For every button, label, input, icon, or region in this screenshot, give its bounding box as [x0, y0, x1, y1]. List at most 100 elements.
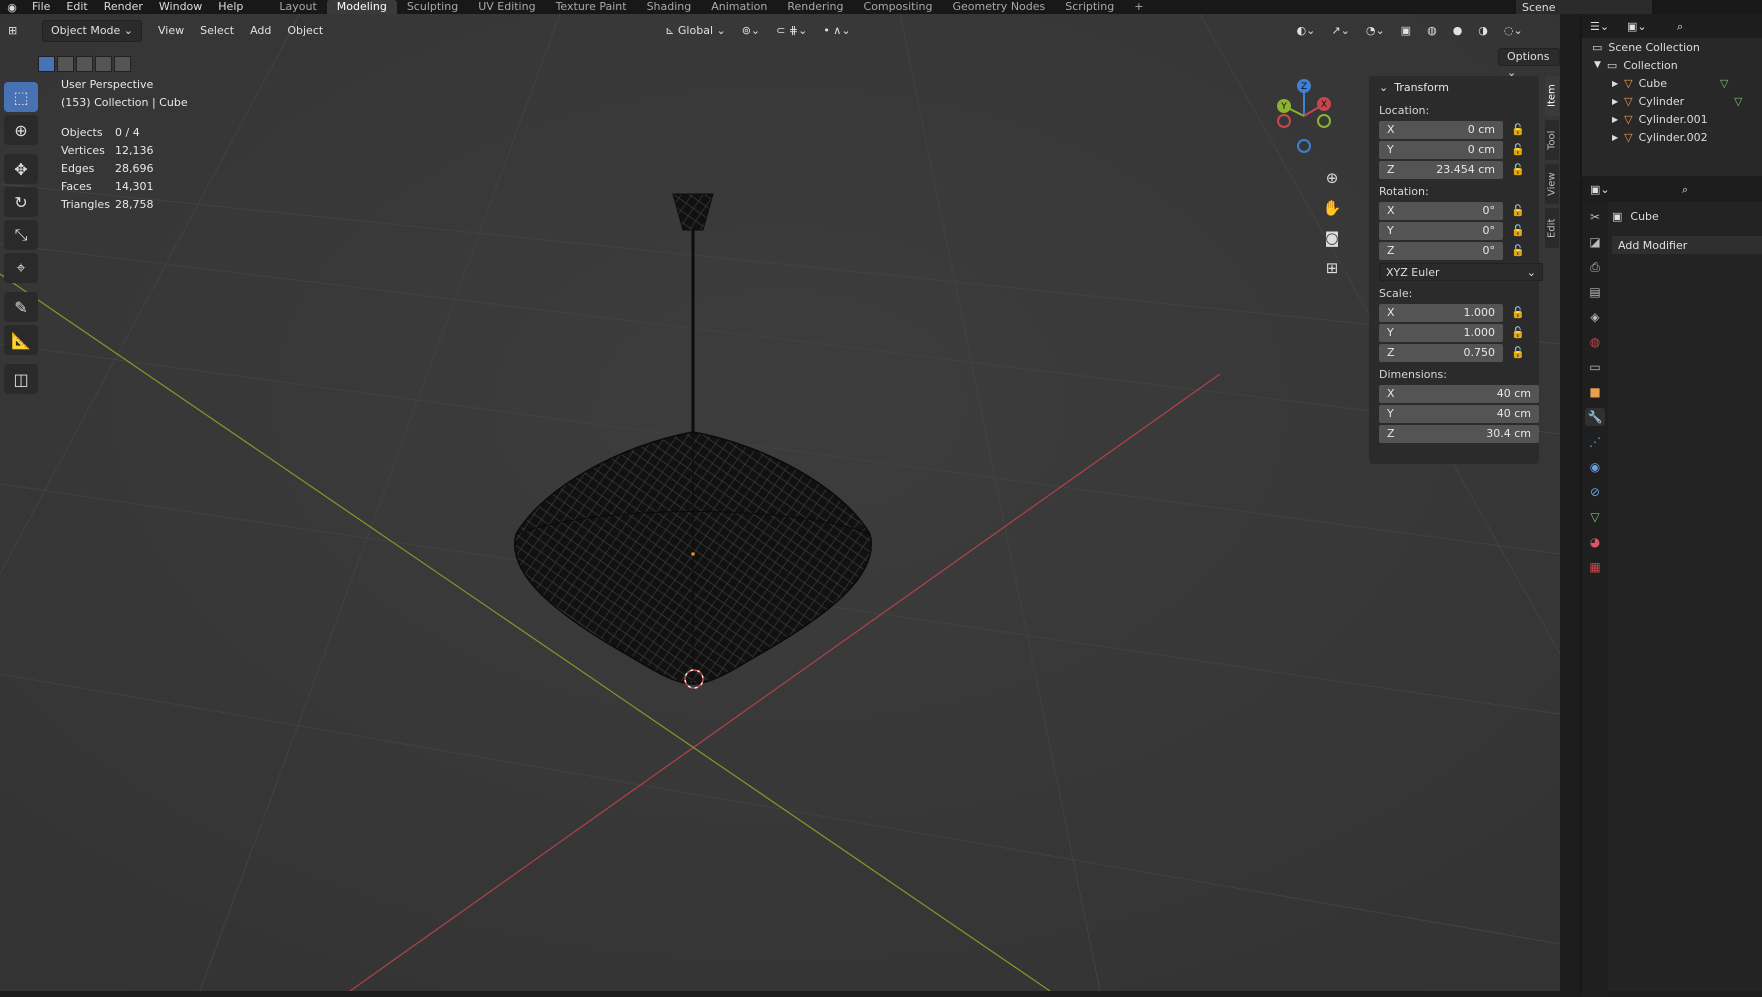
scene-collection-item[interactable]: ▭ Scene Collection: [1582, 38, 1762, 56]
object-properties-icon[interactable]: ■: [1585, 383, 1605, 401]
lock-icon[interactable]: 🔓: [1507, 326, 1529, 339]
grid-view-icon[interactable]: ⊞: [1320, 256, 1344, 280]
mode-dropdown[interactable]: Object Mode ⌄: [42, 20, 143, 42]
object-menu[interactable]: Object: [279, 21, 331, 41]
sidebar-tab-tool[interactable]: Tool: [1545, 120, 1559, 160]
blender-logo-icon[interactable]: ◉: [0, 0, 24, 14]
scale-y-field[interactable]: Y 1.000: [1379, 323, 1503, 342]
zoom-icon[interactable]: ⊕: [1320, 166, 1344, 190]
lock-icon[interactable]: 🔓: [1507, 163, 1529, 176]
camera-view-icon[interactable]: ◙: [1320, 226, 1344, 250]
location-z-field[interactable]: Z 23.454 cm: [1379, 160, 1503, 179]
mesh-data-icon[interactable]: ▽: [1734, 95, 1742, 108]
scene-selector[interactable]: Scene: [1516, 0, 1652, 14]
pivot-icon[interactable]: ⊚⌄: [734, 21, 768, 41]
shading-wireframe-icon[interactable]: ◍: [1419, 21, 1445, 41]
scale-tool-icon[interactable]: ⤡: [4, 220, 38, 250]
dimension-y-field[interactable]: Y 40 cm: [1379, 404, 1539, 423]
select-subtract-icon[interactable]: [76, 56, 93, 72]
options-dropdown[interactable]: Options ⌄: [1498, 48, 1560, 79]
visibility-icon[interactable]: ◐⌄: [1289, 21, 1324, 41]
tab-modeling[interactable]: Modeling: [326, 0, 397, 14]
collection-properties-icon[interactable]: ▭: [1585, 358, 1605, 376]
outliner-item-cube[interactable]: ▶ ▽ Cube ▽: [1582, 74, 1762, 92]
navigation-gizmo[interactable]: Z X Y: [1264, 76, 1344, 166]
rotation-z-field[interactable]: Z 0°: [1379, 241, 1503, 260]
transform-header[interactable]: ⌄ Transform: [1369, 76, 1539, 98]
constraints-properties-icon[interactable]: ⊘: [1585, 483, 1605, 501]
output-properties-icon[interactable]: ⎙: [1585, 258, 1605, 276]
rotation-x-field[interactable]: X 0°: [1379, 201, 1503, 220]
shading-material-icon[interactable]: ◑: [1470, 21, 1496, 41]
dimension-x-field[interactable]: X 40 cm: [1379, 384, 1539, 403]
modifier-properties-icon[interactable]: 🔧: [1585, 408, 1605, 426]
particles-properties-icon[interactable]: ⋰: [1585, 433, 1605, 451]
snap-icon[interactable]: ⊂ ⋕⌄: [768, 21, 815, 41]
proportional-edit-icon[interactable]: • ∧⌄: [815, 21, 858, 41]
search-icon[interactable]: ⌕: [1682, 183, 1688, 197]
texture-properties-icon[interactable]: ▦: [1585, 558, 1605, 576]
scale-z-field[interactable]: Z 0.750: [1379, 343, 1503, 362]
tool-properties-icon[interactable]: ✂: [1585, 208, 1605, 226]
tab-geometry-nodes[interactable]: Geometry Nodes: [942, 0, 1055, 14]
annotate-tool-icon[interactable]: ✎: [4, 292, 38, 322]
lock-icon[interactable]: 🔓: [1507, 346, 1529, 359]
lock-icon[interactable]: 🔓: [1507, 244, 1529, 257]
mesh-data-properties-icon[interactable]: ▽: [1585, 508, 1605, 526]
select-new-icon[interactable]: [38, 56, 55, 72]
editor-type-icon[interactable]: ▣⌄: [1590, 183, 1610, 196]
gizmo-toggle-icon[interactable]: ↗⌄: [1323, 21, 1357, 41]
outliner-item-cylinder[interactable]: ▶ ▽ Cylinder ▽: [1582, 92, 1762, 110]
add-workspace-icon[interactable]: +: [1124, 0, 1153, 14]
world-properties-icon[interactable]: ◍: [1585, 333, 1605, 351]
collection-item[interactable]: ▼ ▭ Collection: [1582, 56, 1762, 74]
tab-compositing[interactable]: Compositing: [854, 0, 943, 14]
add-menu[interactable]: Add: [242, 21, 279, 41]
mesh-data-icon[interactable]: ▽: [1720, 77, 1728, 90]
menu-edit[interactable]: Edit: [58, 0, 95, 14]
tab-sculpting[interactable]: Sculpting: [397, 0, 468, 14]
xray-toggle-icon[interactable]: ▣: [1393, 21, 1419, 41]
view-layer-icon[interactable]: ▤: [1585, 283, 1605, 301]
location-x-field[interactable]: X 0 cm: [1379, 120, 1503, 139]
shading-rendered-icon[interactable]: ◌⌄: [1496, 21, 1531, 41]
rotate-tool-icon[interactable]: ↻: [4, 187, 38, 217]
physics-properties-icon[interactable]: ◉: [1585, 458, 1605, 476]
view-menu[interactable]: View: [150, 21, 192, 41]
sidebar-tab-view[interactable]: View: [1545, 164, 1559, 204]
tab-uv-editing[interactable]: UV Editing: [468, 0, 545, 14]
dimension-z-field[interactable]: Z 30.4 cm: [1379, 424, 1539, 443]
lock-icon[interactable]: 🔓: [1507, 306, 1529, 319]
lock-icon[interactable]: 🔓: [1507, 204, 1529, 217]
select-box-tool-icon[interactable]: ⬚: [4, 82, 38, 112]
select-extend-icon[interactable]: [57, 56, 74, 72]
select-invert-icon[interactable]: [95, 56, 112, 72]
menu-render[interactable]: Render: [96, 0, 151, 14]
overlay-toggle-icon[interactable]: ◔⌄: [1358, 21, 1393, 41]
menu-file[interactable]: File: [24, 0, 58, 14]
tab-layout[interactable]: Layout: [269, 0, 326, 14]
search-icon[interactable]: ⌕: [1677, 20, 1683, 34]
display-mode-icon[interactable]: ☰⌄: [1590, 20, 1609, 33]
3d-viewport[interactable]: ⊞ Object Mode ⌄ View Select Add Object ⊾…: [0, 14, 1560, 991]
select-menu[interactable]: Select: [192, 21, 242, 41]
menu-help[interactable]: Help: [210, 0, 251, 14]
lock-icon[interactable]: 🔓: [1507, 224, 1529, 237]
scale-x-field[interactable]: X 1.000: [1379, 303, 1503, 322]
editor-type-icon[interactable]: ⊞: [0, 21, 36, 41]
select-intersect-icon[interactable]: [114, 56, 131, 72]
cursor-tool-icon[interactable]: ⊕: [4, 115, 38, 145]
tab-scripting[interactable]: Scripting: [1055, 0, 1124, 14]
sidebar-tab-edit[interactable]: Edit: [1545, 208, 1559, 248]
outliner-item-cylinder-002[interactable]: ▶ ▽ Cylinder.002: [1582, 128, 1762, 146]
location-y-field[interactable]: Y 0 cm: [1379, 140, 1503, 159]
tab-animation[interactable]: Animation: [701, 0, 777, 14]
transform-tool-icon[interactable]: ⌖: [4, 253, 38, 283]
rotation-mode-dropdown[interactable]: XYZ Euler ⌄: [1379, 263, 1543, 281]
lock-icon[interactable]: 🔓: [1507, 123, 1529, 136]
add-cube-tool-icon[interactable]: ◫: [4, 364, 38, 394]
tab-shading[interactable]: Shading: [637, 0, 702, 14]
tab-texture-paint[interactable]: Texture Paint: [546, 0, 637, 14]
transform-orientation-dropdown[interactable]: ⊾ Global ⌄: [657, 21, 734, 41]
material-properties-icon[interactable]: ◕: [1585, 533, 1605, 551]
